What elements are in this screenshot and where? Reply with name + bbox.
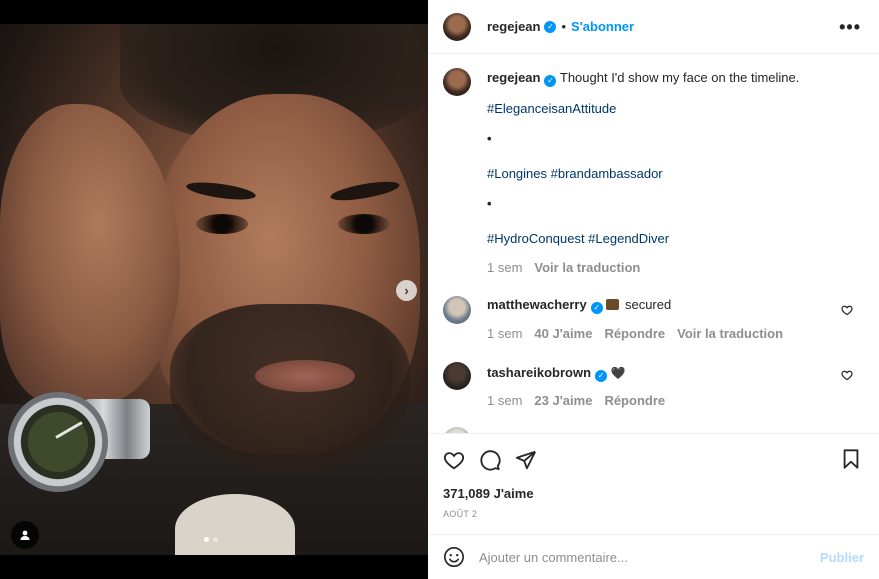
verified-badge-icon: ✓ [590, 302, 603, 314]
avatar[interactable] [443, 362, 471, 390]
follow-button[interactable]: S'abonner [571, 19, 634, 34]
comment-likes[interactable]: 40 J'aime [534, 326, 592, 341]
comment-text: secured [624, 297, 672, 312]
caption-dot-2: • [487, 196, 492, 211]
post-actions: 371,089 J'aime AOÛT 2 [428, 433, 879, 533]
comments-list[interactable]: regejean ✓ Thought I'd show my face on th… [428, 55, 879, 433]
caption-text: Thought I'd show my face on the timeline… [559, 70, 800, 85]
likes-count[interactable]: 371,089 J'aime [443, 486, 534, 501]
avatar[interactable] [443, 12, 471, 41]
comment-body: matthewacherry ✓ secured [487, 296, 847, 314]
comment-icon[interactable] [478, 448, 502, 472]
post-photo [0, 24, 428, 555]
carousel-next-button[interactable]: › [396, 280, 417, 301]
caption-translate-link[interactable]: Voir la traduction [534, 260, 640, 275]
comment-username[interactable]: matthewacherry [487, 297, 587, 312]
carousel-dot-active [204, 537, 209, 542]
add-comment-bar: Publier [428, 534, 879, 579]
comment-time[interactable]: 1 sem [487, 393, 522, 408]
carousel-dots [204, 537, 218, 542]
photo-hand [0, 104, 180, 404]
carousel-dot [213, 537, 218, 542]
header-separator: • [561, 19, 567, 34]
avatar[interactable] [443, 68, 471, 96]
user-tag-icon[interactable] [11, 521, 39, 549]
photo-eye-right [338, 214, 390, 234]
action-icons [442, 448, 538, 472]
avatar[interactable] [443, 296, 471, 324]
comment-reply-button[interactable]: Répondre [604, 326, 665, 341]
verified-badge-icon: ✓ [595, 370, 608, 382]
post-side-panel: regejean ✓ • S'abonner ••• regejean ✓ Tho… [428, 0, 879, 579]
photo-watch [8, 392, 108, 492]
briefcase-emoji-icon [606, 299, 620, 310]
caption-entry: regejean ✓ Thought I'd show my face on th… [443, 68, 863, 278]
comment-meta: 1 sem 23 J'aime Répondre [487, 393, 665, 408]
comment-translate-link[interactable]: Voir la traduction [677, 326, 783, 341]
heart-icon[interactable] [442, 448, 466, 472]
verified-badge-icon: ✓ [544, 20, 557, 33]
caption-time[interactable]: 1 sem [487, 260, 522, 275]
send-icon[interactable] [514, 448, 538, 472]
comment-meta: 1 sem 40 J'aime Répondre Voir la traduct… [487, 326, 783, 341]
caption-hashtags-1[interactable]: #EleganceisanAttitude [487, 101, 616, 116]
comment-likes[interactable]: 23 J'aime [534, 393, 592, 408]
comment-heart-icon[interactable] [841, 369, 853, 381]
caption-dot-1: • [487, 131, 492, 146]
comment-input[interactable] [479, 549, 820, 565]
author-username[interactable]: regejean [487, 19, 540, 34]
comment-heart-icon[interactable] [841, 304, 853, 316]
comment-body: tashareikobrown ✓ 🖤 [487, 364, 847, 382]
more-options-button[interactable]: ••• [839, 17, 861, 38]
comment-username[interactable]: tashareikobrown [487, 365, 591, 380]
caption-meta: 1 sem Voir la traduction [487, 260, 640, 275]
photo-lips [255, 360, 355, 392]
comment-text: 🖤 [610, 366, 626, 380]
bookmark-icon[interactable] [840, 448, 864, 472]
comment-time[interactable]: 1 sem [487, 326, 522, 341]
caption-first-line: regejean ✓ Thought I'd show my face on th… [487, 69, 847, 87]
verified-badge-icon: ✓ [544, 75, 557, 87]
comment-item: matthewacherry ✓ secured 1 sem 40 J'aime … [443, 296, 863, 346]
caption-hashtags-3[interactable]: #HydroConquest #LegendDiver [487, 231, 669, 246]
caption-username[interactable]: regejean [487, 70, 540, 85]
caption-hashtags-2[interactable]: #Longines #brandambassador [487, 166, 663, 181]
comment-reply-button[interactable]: Répondre [604, 393, 665, 408]
post-media[interactable]: › [0, 0, 428, 579]
emoji-icon[interactable] [443, 546, 465, 568]
photo-collar [175, 494, 295, 555]
post-date[interactable]: AOÛT 2 [443, 509, 477, 519]
photo-eye-left [196, 214, 248, 234]
post-header: regejean ✓ • S'abonner ••• [428, 0, 879, 54]
comment-item: tashareikobrown ✓ 🖤 1 sem 23 J'aime Répon… [443, 362, 863, 412]
publish-button[interactable]: Publier [820, 550, 864, 565]
